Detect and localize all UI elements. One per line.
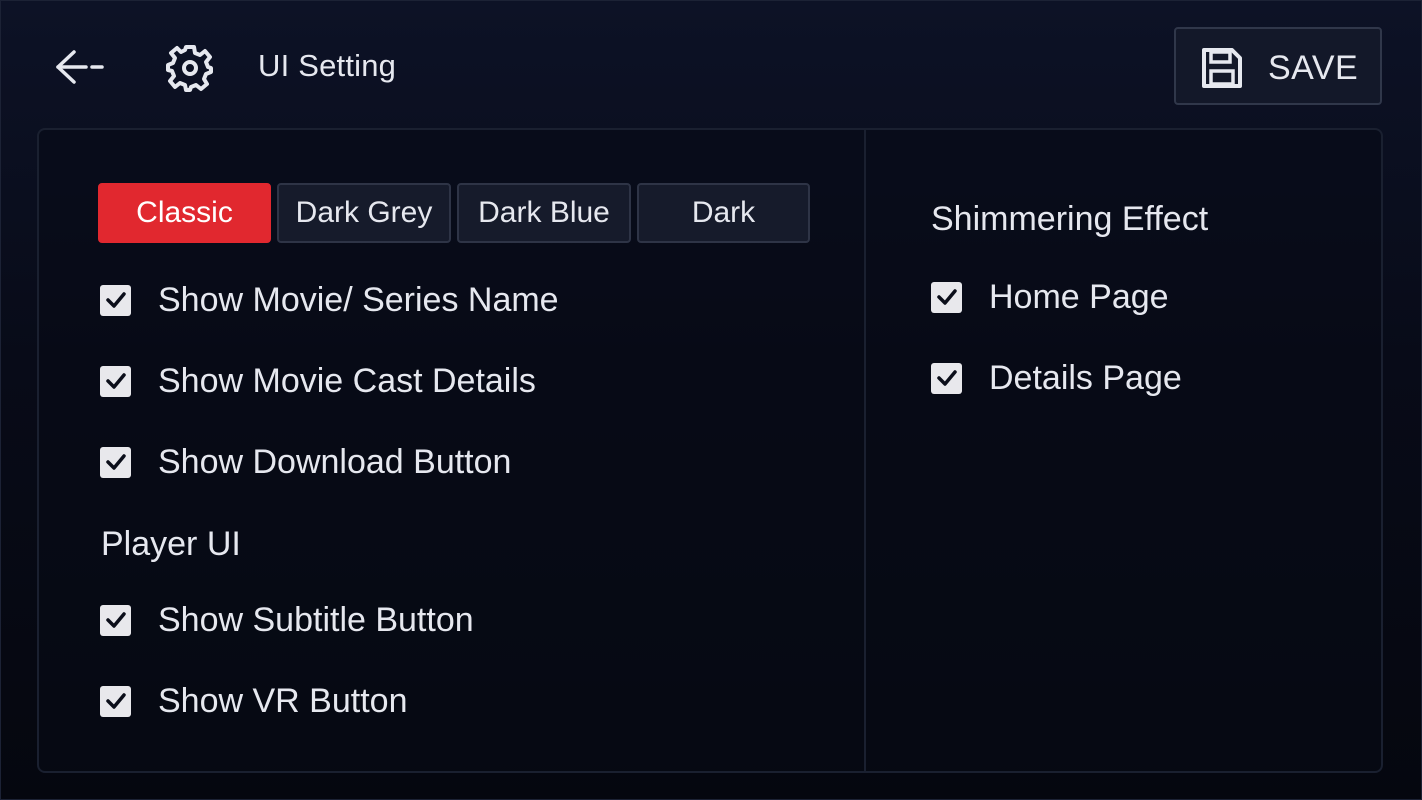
option-label: Show VR Button — [158, 681, 408, 720]
checkbox-checked-icon[interactable] — [100, 685, 131, 717]
theme-dark-grey-button[interactable]: Dark Grey — [277, 183, 451, 243]
checkbox-checked-icon[interactable] — [100, 284, 131, 316]
save-button[interactable]: SAVE — [1174, 27, 1382, 105]
shimmer-details-page-option[interactable]: Details Page — [931, 353, 1182, 403]
shimmer-home-page-option[interactable]: Home Page — [931, 272, 1169, 322]
show-subtitle-button-option[interactable]: Show Subtitle Button — [100, 595, 474, 645]
option-label: Show Movie/ Series Name — [158, 280, 559, 319]
option-label: Show Subtitle Button — [158, 600, 474, 639]
back-arrow-icon[interactable] — [52, 44, 108, 90]
option-label: Show Movie Cast Details — [158, 361, 536, 400]
panel-divider — [864, 130, 866, 771]
checkbox-checked-icon[interactable] — [931, 362, 962, 394]
player-ui-heading: Player UI — [101, 525, 241, 563]
show-vr-button-option[interactable]: Show VR Button — [100, 676, 407, 726]
checkbox-checked-icon[interactable] — [931, 281, 962, 313]
show-movie-series-name-option[interactable]: Show Movie/ Series Name — [100, 275, 559, 325]
option-label: Home Page — [989, 277, 1169, 316]
theme-classic-button[interactable]: Classic — [98, 183, 271, 243]
save-button-label: SAVE — [1268, 49, 1359, 87]
shimmering-effect-heading: Shimmering Effect — [931, 200, 1209, 238]
option-label: Show Download Button — [158, 442, 512, 481]
show-download-button-option[interactable]: Show Download Button — [100, 437, 511, 487]
theme-dark-blue-button[interactable]: Dark Blue — [457, 183, 631, 243]
theme-dark-button[interactable]: Dark — [637, 183, 810, 243]
checkbox-checked-icon[interactable] — [100, 446, 131, 478]
checkbox-checked-icon[interactable] — [100, 365, 131, 397]
page-title: UI Setting — [258, 48, 397, 83]
floppy-disk-icon — [1200, 46, 1244, 90]
gear-icon — [164, 42, 216, 94]
show-movie-cast-details-option[interactable]: Show Movie Cast Details — [100, 356, 536, 406]
checkbox-checked-icon[interactable] — [100, 604, 131, 636]
option-label: Details Page — [989, 358, 1182, 397]
